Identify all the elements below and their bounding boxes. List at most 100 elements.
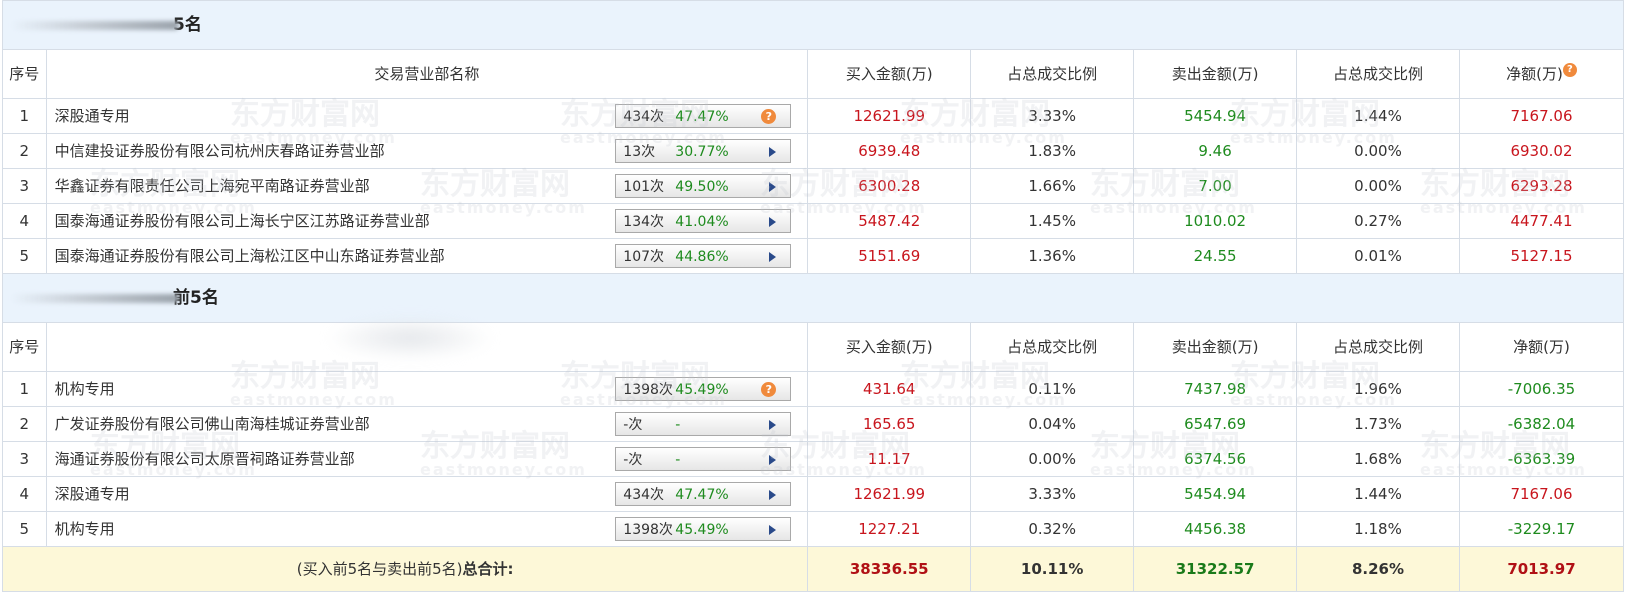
table-row: 3 海通证券股份有限公司太原晋祠路证券营业部 -次 - 11.17 0.00% 6374.5… bbox=[2, 441, 1625, 477]
arrow-right-icon[interactable] bbox=[769, 490, 777, 500]
history-stats-button[interactable]: 13次 30.77% bbox=[615, 139, 792, 163]
buy-amount: 5487.42 bbox=[807, 203, 972, 239]
buy-table-header: 序号 交易营业部名称 买入金额(万) 占总成交比例 卖出金额(万) 占总成交比例… bbox=[2, 49, 1625, 99]
table-row: 1 机构专用 1398次 45.49%? 431.64 0.11% 7437.98 1.96%… bbox=[2, 371, 1625, 407]
branch-name-link[interactable]: 广发证券股份有限公司佛山南海桂城证券营业部 bbox=[55, 415, 370, 433]
history-stats-button[interactable]: 107次 44.86% bbox=[615, 244, 792, 268]
branch-name-link[interactable]: 深股通专用 bbox=[55, 485, 130, 503]
buy-section-header: 5名 bbox=[2, 0, 1624, 50]
lhb-page: 5名 序号 交易营业部名称 买入金额(万) 占总成交比例 卖出金额(万) 占总成… bbox=[0, 0, 1627, 601]
win-rate: 49.50% bbox=[675, 179, 729, 195]
sell-amount: 6374.56 bbox=[1133, 441, 1298, 477]
net-amount: 7167.06 bbox=[1458, 98, 1625, 134]
buy-ratio: 1.66% bbox=[970, 168, 1135, 204]
branch-name-link[interactable]: 机构专用 bbox=[55, 520, 115, 538]
col-sell-amount: 卖出金额(万) bbox=[1133, 49, 1298, 99]
redacted-text bbox=[11, 294, 179, 303]
arrow-right-icon[interactable] bbox=[769, 182, 777, 192]
col-index: 序号 bbox=[2, 49, 47, 99]
sell-ratio: 1.68% bbox=[1296, 441, 1460, 477]
sell-amount: 1010.02 bbox=[1133, 203, 1298, 239]
branch-name-link[interactable]: 深股通专用 bbox=[55, 107, 130, 125]
branch-name-link[interactable]: 中信建投证券股份有限公司杭州庆春路证券营业部 bbox=[55, 142, 385, 160]
question-icon[interactable]: ? bbox=[761, 382, 777, 397]
sell-ratio: 1.18% bbox=[1296, 511, 1460, 547]
branch-cell: 华鑫证券有限责任公司上海宛平南路证券营业部 101次 49.50% bbox=[45, 168, 809, 204]
net-amount: 6930.02 bbox=[1458, 133, 1625, 169]
win-rate: 47.47% bbox=[675, 487, 729, 503]
branch-name-link[interactable]: 国泰海通证券股份有限公司上海长宁区江苏路证券营业部 bbox=[55, 212, 430, 230]
net-amount: 5127.15 bbox=[1458, 238, 1625, 274]
arrow-right-icon[interactable] bbox=[769, 455, 777, 465]
branch-cell: 国泰海通证券股份有限公司上海松江区中山东路证券营业部 107次 44.86% bbox=[45, 238, 809, 274]
total-buy: 38336.55 bbox=[807, 546, 972, 592]
net-amount: 4477.41 bbox=[1458, 203, 1625, 239]
col-buy-amount: 买入金额(万) bbox=[807, 322, 972, 372]
row-index: 2 bbox=[2, 133, 47, 169]
buy-ratio: 1.36% bbox=[970, 238, 1135, 274]
appearance-count: 1398次 bbox=[623, 382, 673, 398]
total-row: (买入前5名与卖出前5名)总合计: 38336.55 10.11% 31322.57 8… bbox=[1, 546, 1625, 592]
branch-cell: 海通证券股份有限公司太原晋祠路证券营业部 -次 - bbox=[45, 441, 809, 477]
redacted-header bbox=[325, 316, 495, 360]
row-index: 4 bbox=[2, 203, 47, 239]
history-stats-button[interactable]: 1398次 45.49%? bbox=[615, 377, 792, 401]
branch-cell: 广发证券股份有限公司佛山南海桂城证券营业部 -次 - bbox=[45, 406, 809, 442]
col-sell-ratio: 占总成交比例 bbox=[1296, 322, 1460, 372]
table-row: 5 国泰海通证券股份有限公司上海松江区中山东路证券营业部 107次 44.86% 515… bbox=[2, 238, 1625, 274]
sell-ratio: 1.96% bbox=[1296, 371, 1460, 407]
branch-name-link[interactable]: 机构专用 bbox=[55, 380, 115, 398]
buy-ratio: 0.04% bbox=[970, 406, 1135, 442]
buy-ratio: 1.83% bbox=[970, 133, 1135, 169]
row-index: 1 bbox=[2, 371, 47, 407]
net-amount: -3229.17 bbox=[1458, 511, 1625, 547]
table-row: 2 中信建投证券股份有限公司杭州庆春路证券营业部 13次 30.77% 6939.48 1… bbox=[2, 133, 1625, 169]
arrow-right-icon[interactable] bbox=[769, 525, 777, 535]
history-stats-button[interactable]: 434次 47.47%? bbox=[615, 104, 792, 128]
row-index: 2 bbox=[2, 406, 47, 442]
sell-amount: 24.55 bbox=[1133, 238, 1298, 274]
sell-amount: 9.46 bbox=[1133, 133, 1298, 169]
history-stats-button[interactable]: 134次 41.04% bbox=[615, 209, 792, 233]
net-amount: -7006.35 bbox=[1458, 371, 1625, 407]
history-stats-button[interactable]: -次 - bbox=[615, 412, 792, 436]
col-buy-ratio: 占总成交比例 bbox=[970, 322, 1135, 372]
buy-amount: 6300.28 bbox=[807, 168, 972, 204]
arrow-right-icon[interactable] bbox=[769, 252, 777, 262]
total-buy-ratio: 10.11% bbox=[970, 546, 1135, 592]
history-stats-button[interactable]: -次 - bbox=[615, 447, 792, 471]
branch-name-link[interactable]: 国泰海通证券股份有限公司上海松江区中山东路证券营业部 bbox=[55, 247, 445, 265]
branch-name-link[interactable]: 华鑫证券有限责任公司上海宛平南路证券营业部 bbox=[55, 177, 370, 195]
buy-ratio: 3.33% bbox=[970, 476, 1135, 512]
history-stats-button[interactable]: 434次 47.47% bbox=[615, 482, 792, 506]
sell-table-header: 序号 买入金额(万) 占总成交比例 卖出金额(万) 占总成交比例 净额(万) bbox=[2, 322, 1625, 372]
arrow-right-icon[interactable] bbox=[769, 420, 777, 430]
win-rate: - bbox=[675, 452, 681, 468]
sell-amount: 6547.69 bbox=[1133, 406, 1298, 442]
table-row: 4 国泰海通证券股份有限公司上海长宁区江苏路证券营业部 134次 41.04% 5487… bbox=[2, 203, 1625, 239]
question-icon[interactable]: ? bbox=[761, 109, 777, 124]
arrow-right-icon[interactable] bbox=[769, 217, 777, 227]
arrow-right-icon[interactable] bbox=[769, 147, 777, 157]
branch-cell: 国泰海通证券股份有限公司上海长宁区江苏路证券营业部 134次 41.04% bbox=[45, 203, 809, 239]
branch-cell: 深股通专用 434次 47.47%? bbox=[45, 98, 809, 134]
sell-ratio: 0.00% bbox=[1296, 168, 1460, 204]
total-label: (买入前5名与卖出前5名)总合计: bbox=[1, 546, 809, 592]
question-icon[interactable]: ? bbox=[1562, 63, 1577, 77]
buy-amount: 1227.21 bbox=[807, 511, 972, 547]
win-rate: 41.04% bbox=[675, 214, 729, 230]
table-row: 2 广发证券股份有限公司佛山南海桂城证券营业部 -次 - 165.65 0.04% 6547… bbox=[2, 406, 1625, 442]
history-stats-button[interactable]: 101次 49.50% bbox=[615, 174, 792, 198]
appearance-count: 434次 bbox=[623, 109, 665, 125]
buy-amount: 11.17 bbox=[807, 441, 972, 477]
buy-amount: 5151.69 bbox=[807, 238, 972, 274]
row-index: 5 bbox=[2, 238, 47, 274]
branch-name-link[interactable]: 海通证券股份有限公司太原晋祠路证券营业部 bbox=[55, 450, 355, 468]
row-index: 3 bbox=[2, 441, 47, 477]
history-stats-button[interactable]: 1398次 45.49% bbox=[615, 517, 792, 541]
win-rate: 45.49% bbox=[675, 522, 729, 538]
sell-amount: 7437.98 bbox=[1133, 371, 1298, 407]
win-rate: 44.86% bbox=[675, 249, 729, 265]
appearance-count: -次 bbox=[623, 452, 643, 468]
sell-ratio: 1.44% bbox=[1296, 476, 1460, 512]
